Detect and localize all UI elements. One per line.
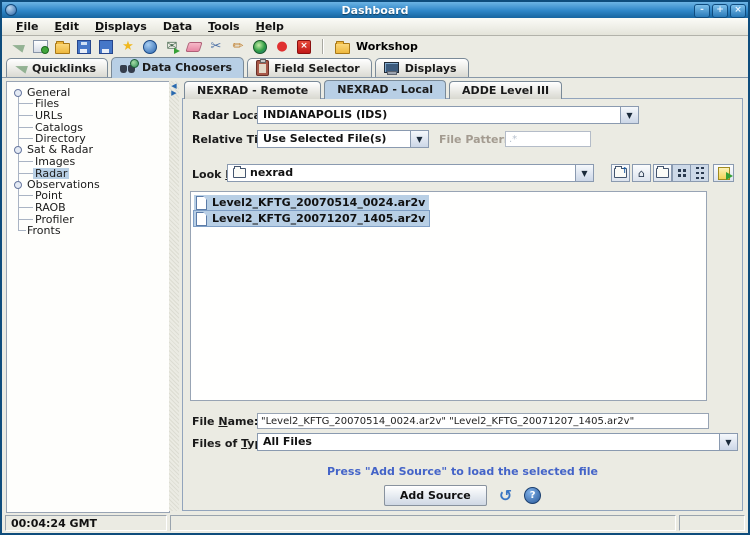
edit-pencil-icon[interactable]: ✏ (230, 39, 246, 55)
menu-bar: File Edit Displays Data Tools Help (2, 18, 748, 36)
clipboard-icon (256, 60, 269, 76)
message-cell (170, 515, 676, 531)
record-icon[interactable]: ● (274, 39, 290, 55)
grid-view-button[interactable] (672, 164, 691, 182)
tree-node-files[interactable]: Files (35, 98, 59, 109)
file-pattern-field[interactable]: .* (505, 131, 591, 147)
tab-data-choosers[interactable]: Data Choosers (111, 57, 244, 78)
refresh-icon[interactable]: ↻ (499, 488, 512, 504)
tab-field-selector[interactable]: Field Selector (247, 58, 372, 78)
chooser-category-tree: General Files URLs Catalogs Directory Sa… (6, 81, 170, 513)
status-bar: 00:04:24 GMT (2, 513, 748, 533)
close-button[interactable]: × (730, 4, 746, 18)
new-window-icon[interactable] (32, 39, 48, 55)
clock-cell: 00:04:24 GMT (5, 515, 167, 531)
menu-data[interactable]: Data (155, 20, 200, 33)
tree-node-fronts[interactable]: Fronts (27, 225, 61, 236)
list-view-button[interactable] (690, 164, 709, 182)
save-bundle-icon[interactable] (76, 39, 92, 55)
globe-icon[interactable] (252, 39, 268, 55)
menu-help[interactable]: Help (248, 20, 292, 33)
dashboard-window: Dashboard - + × File Edit Displays Data … (0, 0, 750, 535)
window-controls: - + × (694, 4, 746, 18)
nexrad-local-chooser-panel: Radar Location: INDIANAPOLIS (IDS) ▼ Rel… (182, 98, 743, 511)
chevron-down-icon[interactable]: ▼ (410, 131, 428, 147)
tab-quicklinks[interactable]: Quicklinks (6, 58, 108, 78)
toolbar-separator (322, 39, 324, 54)
look-in-combobox[interactable]: nexrad ▼ (227, 164, 594, 182)
chooser-tab-bar: NEXRAD - Remote NEXRAD - Local ADDE Leve… (184, 80, 565, 99)
tree-node-images[interactable]: Images (35, 156, 75, 167)
tree-expand-knob-icon[interactable] (14, 89, 22, 97)
tab-adde-level-iii[interactable]: ADDE Level III (449, 81, 562, 99)
file-list[interactable]: Level2_KFTG_20070514_0024.ar2v Level2_KF… (190, 191, 707, 401)
stop-close-icon[interactable]: × (296, 39, 312, 55)
tree-node-sat-radar[interactable]: Sat & Radar (27, 144, 93, 155)
relative-times-combobox[interactable]: Use Selected File(s) ▼ (257, 130, 429, 148)
title-bar[interactable]: Dashboard - + × (2, 2, 748, 18)
home-button[interactable]: ⌂ (632, 164, 651, 182)
collapse-right-icon[interactable]: ▶ (171, 90, 176, 97)
chevron-down-icon[interactable]: ▼ (575, 165, 593, 181)
tree-node-urls[interactable]: URLs (35, 110, 63, 121)
tab-displays[interactable]: Displays (375, 58, 469, 78)
menu-displays[interactable]: Displays (87, 20, 155, 33)
open-bundle-folder-icon[interactable] (54, 39, 70, 55)
chevron-down-icon[interactable]: ▼ (620, 107, 638, 123)
toolbar: ★ ✉ ✂ ✏ ● × Workshop (2, 36, 748, 57)
file-name-field[interactable]: "Level2_KFTG_20070514_0024.ar2v" "Level2… (257, 413, 709, 429)
remove-data-scissors-icon[interactable]: ✂ (208, 39, 224, 55)
chooser-status-message: Press "Add Source" to load the selected … (183, 465, 742, 478)
window-title: Dashboard (2, 4, 748, 17)
main-tab-bar: Quicklinks Data Choosers Field Selector … (6, 57, 472, 78)
file-list-item[interactable]: Level2_KFTG_20070514_0024.ar2v (194, 195, 429, 210)
remove-displays-eraser-icon[interactable] (186, 39, 202, 55)
binoculars-icon (120, 62, 137, 73)
radar-location-combobox[interactable]: INDIANAPOLIS (IDS) ▼ (257, 106, 639, 124)
chevron-down-icon[interactable]: ▼ (719, 434, 737, 450)
minimize-button[interactable]: - (694, 4, 710, 18)
content-area: General Files URLs Catalogs Directory Sa… (2, 77, 748, 512)
file-list-item[interactable]: Level2_KFTG_20071207_1405.ar2v (194, 211, 429, 226)
monitor-icon (384, 62, 400, 75)
workshop-folder-icon[interactable] (334, 39, 350, 55)
show-quicklinks-icon[interactable] (10, 39, 26, 55)
add-source-button[interactable]: Add Source (384, 485, 487, 506)
send-mail-icon[interactable]: ✉ (164, 39, 180, 55)
files-of-type-combobox[interactable]: All Files ▼ (257, 433, 738, 451)
tab-nexrad-remote[interactable]: NEXRAD - Remote (184, 81, 321, 99)
save-favorite-icon[interactable] (98, 39, 114, 55)
new-folder-button[interactable] (653, 164, 672, 182)
tab-nexrad-local[interactable]: NEXRAD - Local (324, 80, 446, 99)
folder-icon (233, 168, 246, 178)
reload-directory-button[interactable] (713, 164, 734, 182)
app-icon (5, 4, 17, 16)
tree-expand-knob-icon[interactable] (14, 146, 22, 154)
file-icon (196, 212, 207, 226)
menu-file[interactable]: File (8, 20, 47, 33)
chooser-action-row: Add Source ↻ ? (183, 485, 742, 506)
paper-plane-icon (14, 62, 28, 73)
tree-connector-line (18, 93, 19, 231)
tree-expand-knob-icon[interactable] (14, 181, 22, 189)
maximize-button[interactable]: + (712, 4, 728, 18)
split-pane-divider[interactable]: ◀ ▶ (169, 81, 179, 511)
menu-tools[interactable]: Tools (200, 20, 247, 33)
tree-node-raob[interactable]: RAOB (35, 202, 66, 213)
help-icon[interactable]: ? (524, 487, 541, 504)
tree-node-point[interactable]: Point (35, 190, 62, 201)
support-sphere-icon[interactable] (142, 39, 158, 55)
memory-cell (679, 515, 745, 531)
favorites-star-icon[interactable]: ★ (120, 39, 136, 55)
file-name-label: File Name: (192, 415, 258, 428)
up-folder-button[interactable]: ↑ (611, 164, 630, 182)
workshop-label[interactable]: Workshop (356, 40, 418, 53)
file-icon (196, 196, 207, 210)
menu-edit[interactable]: Edit (47, 20, 87, 33)
